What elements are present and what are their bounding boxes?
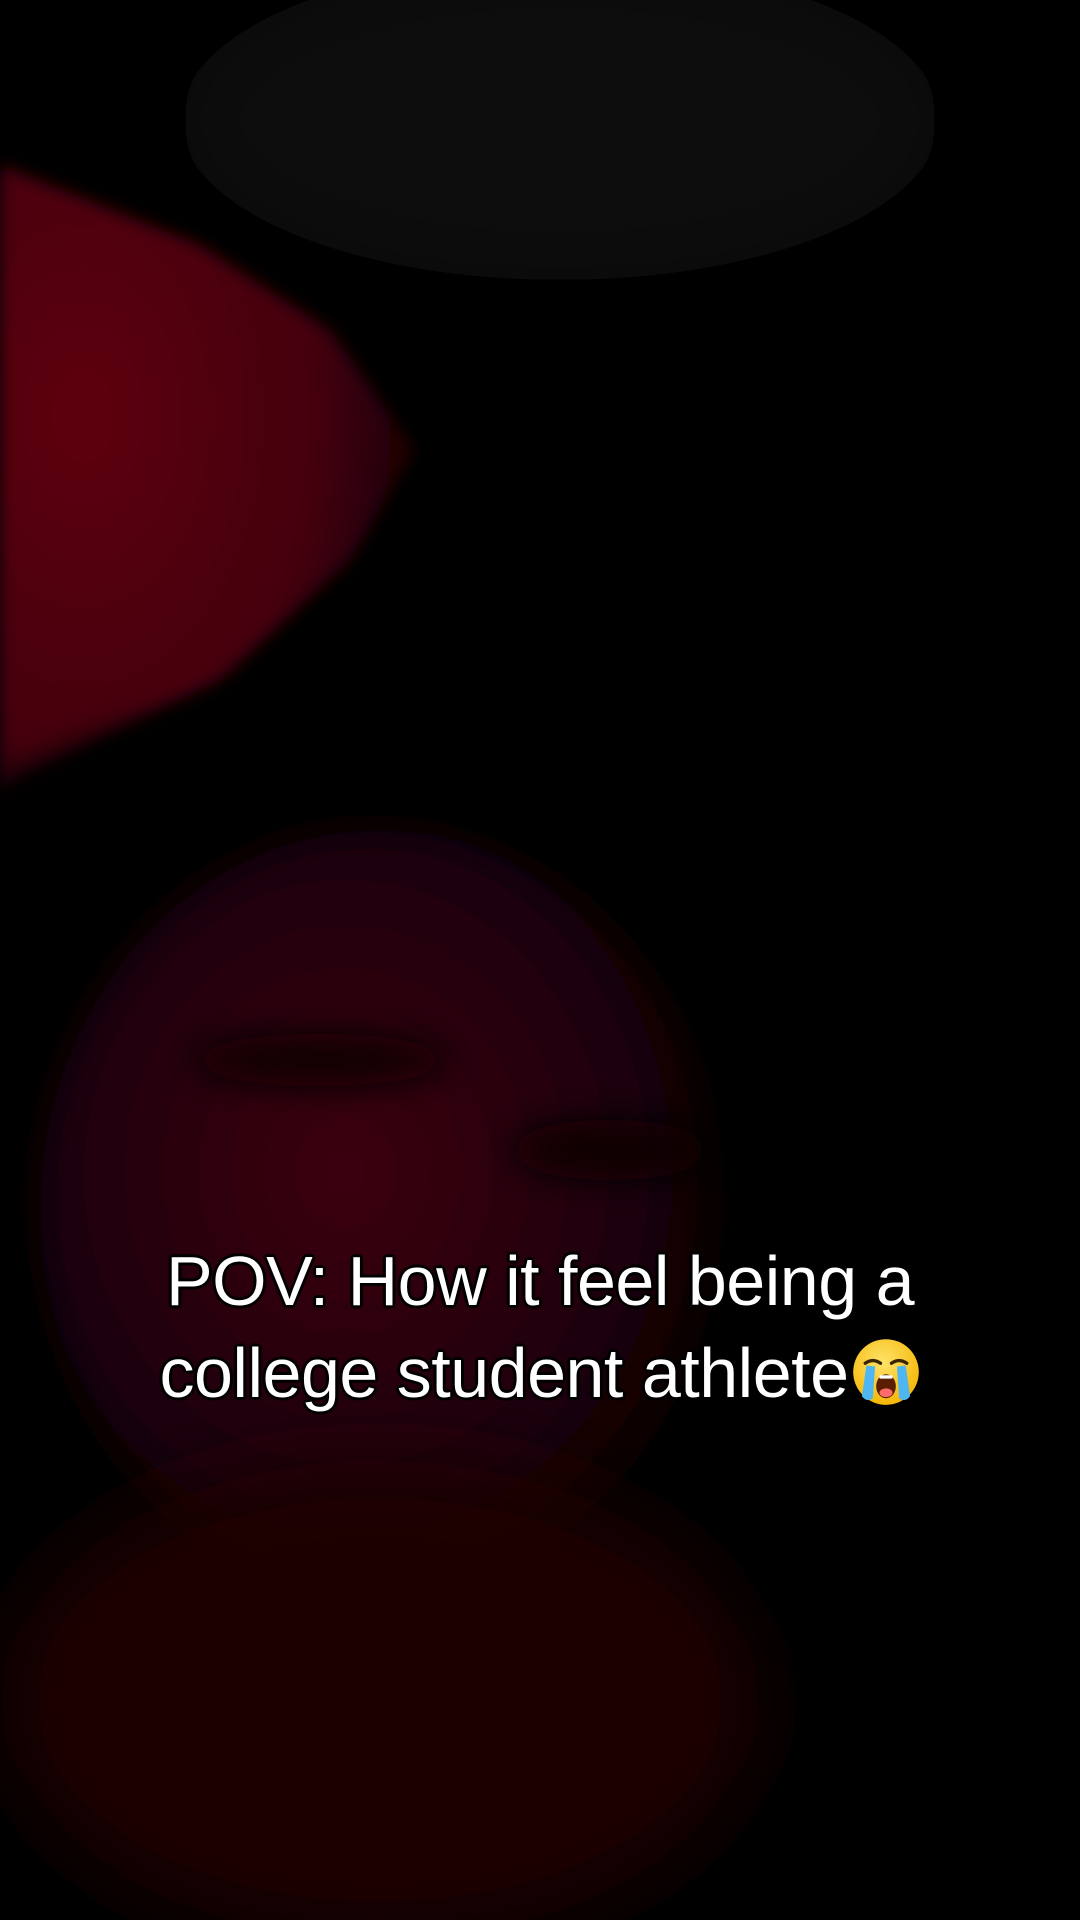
loudly-crying-face-icon	[852, 1339, 919, 1405]
video-caption: POV: How it feel being a college student…	[40, 1235, 1040, 1419]
caption-line-2: college student athlete	[40, 1327, 1040, 1419]
caption-line-2-text: college student athlete	[159, 1334, 849, 1412]
right-eye-shadow	[510, 1120, 710, 1180]
left-eye-shadow	[190, 1034, 450, 1086]
video-frame: POV: How it feel being a college student…	[0, 0, 1080, 1920]
lower-glow	[0, 1460, 760, 1920]
dark-red-scene	[0, 0, 1080, 1920]
caption-line-1: POV: How it feel being a	[165, 1242, 915, 1320]
